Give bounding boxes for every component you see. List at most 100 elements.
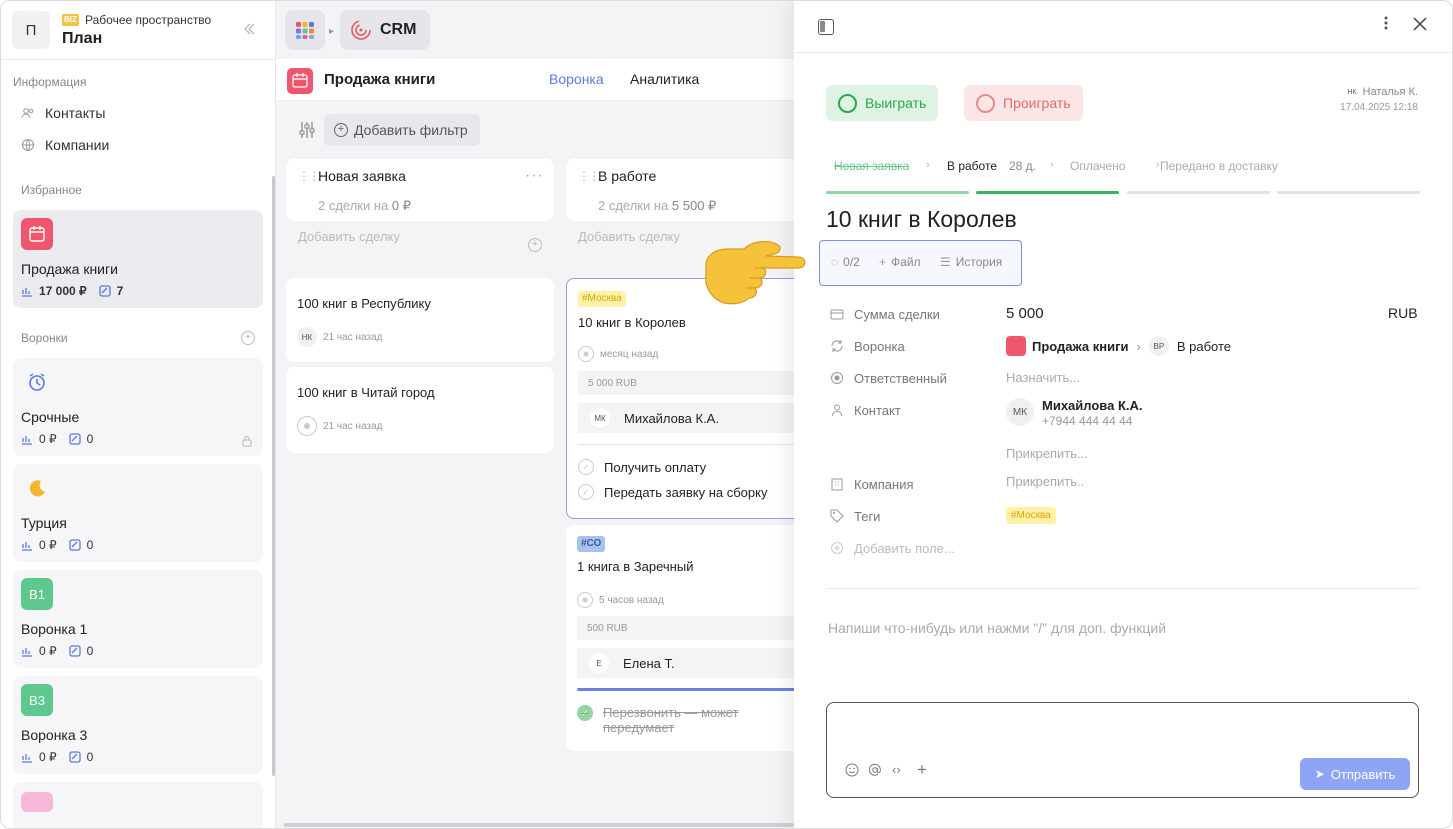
deal-amount: 5 000 RUB <box>578 371 807 395</box>
emoji-icon[interactable] <box>845 763 859 780</box>
plus-icon[interactable]: + <box>917 760 927 780</box>
plus-icon: + <box>879 255 887 269</box>
deal-time: 21 час назад <box>323 420 383 432</box>
task-item[interactable]: ✓ Передать заявку на сборку <box>578 484 767 500</box>
chevron-right-icon: › <box>1136 338 1141 354</box>
close-icon[interactable] <box>1413 15 1427 35</box>
pipeline-card-funnel-1[interactable]: В1 Воронка 1 0 ₽ 0 <box>13 570 263 668</box>
task-check-icon[interactable]: ✓ <box>578 484 594 500</box>
deal-assignee[interactable]: МК Михайлова К.А. <box>578 403 807 433</box>
task-item-done[interactable]: ✓ Перезвонить — может передумает <box>577 705 777 735</box>
add-deal-new[interactable]: Добавить сделку + <box>298 229 554 265</box>
chart-icon <box>21 751 33 763</box>
funnel-value[interactable]: Продажа книги › ВР В работе <box>1006 336 1231 356</box>
column-title: Новая заявка <box>318 168 406 184</box>
deal-card[interactable]: 100 книг в Республику НК 21 час назад <box>286 278 554 362</box>
lose-button[interactable]: Проиграть <box>964 85 1083 121</box>
column-header-new[interactable]: ⋮⋮ Новая заявка ··· 2 сделки на 0 ₽ <box>286 159 554 221</box>
column-header-in-progress[interactable]: ⋮⋮ В работе 2 сделки на 5 500 ₽ <box>566 159 806 221</box>
panel-toggle-icon[interactable] <box>818 19 834 35</box>
stage-label: Новая заявка <box>834 159 910 173</box>
task-label: Передать заявку на сборку <box>604 484 768 500</box>
deal-meta: 21 час назад <box>297 416 382 436</box>
field-label: Контакт <box>854 402 901 418</box>
stage-label: Передано в доставку <box>1160 159 1278 173</box>
workspace-header[interactable]: П BIZ Рабочее пространство План <box>1 1 276 60</box>
checklist-button[interactable]: ◌ 0/2 <box>831 255 860 269</box>
sidebar-item-companies[interactable]: Компании <box>21 134 109 156</box>
task-check-icon[interactable]: ✓ <box>578 459 594 475</box>
sidebar-scrollbar[interactable] <box>272 176 275 776</box>
column-summary: 2 сделки на 0 ₽ <box>318 198 411 214</box>
attach-company-link[interactable]: Прикрепить.. <box>1006 474 1084 489</box>
deals-count-icon <box>99 285 111 297</box>
more-vertical-icon[interactable] <box>1384 15 1392 31</box>
deal-card-selected[interactable]: #Москва 10 книг в Королев месяц назад 5 … <box>566 278 807 519</box>
chart-icon <box>21 433 33 445</box>
add-filter-button[interactable]: + Добавить фильтр <box>324 114 480 146</box>
pipeline-card-urgent[interactable]: Срочные 0 ₽ 0 <box>13 358 263 456</box>
tag-chip[interactable]: #Москва <box>1006 507 1056 524</box>
favorite-pipeline-card[interactable]: Продажа книги 17 000 ₽ 7 <box>13 210 263 308</box>
horizontal-scrollbar[interactable] <box>284 823 794 827</box>
drag-handle-icon[interactable]: ⋮⋮ <box>578 169 600 183</box>
file-label: Файл <box>891 255 921 269</box>
stage-step-delivery[interactable]: Передано в доставку <box>1160 158 1420 194</box>
crm-label: CRM <box>380 21 417 38</box>
workspace-avatar[interactable]: П <box>12 11 50 49</box>
drag-handle-icon[interactable]: ⋮⋮ <box>298 169 320 183</box>
comment-hint[interactable]: Напиши что-нибудь или нажми "/" для доп.… <box>828 620 1166 636</box>
deal-time: 21 час назад <box>323 331 383 343</box>
deal-assignee[interactable]: Е Елена Т. <box>577 648 806 678</box>
pipeline-badge: В1 <box>21 578 53 610</box>
lock-icon <box>241 434 253 447</box>
alarm-clock-icon <box>21 366 53 398</box>
task-check-icon[interactable]: ✓ <box>577 705 593 721</box>
contact-phone[interactable]: +7944 444 44 44 <box>1042 414 1132 428</box>
tab-funnel[interactable]: Воронка <box>549 71 604 87</box>
progress-line <box>577 688 806 691</box>
chart-icon <box>21 645 33 657</box>
field-funnel: Воронка <box>830 336 905 356</box>
contact-name[interactable]: Михайлова К.А. <box>1042 398 1143 413</box>
apps-grid-button[interactable] <box>285 10 325 50</box>
send-button[interactable]: ➤ Отправить <box>1300 758 1410 790</box>
deal-meta: месяц назад <box>578 346 658 362</box>
add-filter-label: Добавить фильтр <box>354 122 468 138</box>
pipeline-card-partial[interactable] <box>13 782 263 828</box>
sliders-icon[interactable] <box>298 121 316 139</box>
code-icon[interactable]: ‹› <box>892 762 901 777</box>
add-field-button[interactable]: Добавить поле... <box>830 538 955 558</box>
field-owner: Ответственный <box>830 368 947 388</box>
clock-icon <box>297 416 317 436</box>
deal-card[interactable]: 100 книг в Читай город 21 час назад <box>286 367 554 453</box>
collapse-sidebar-icon[interactable] <box>241 21 257 37</box>
tab-analytics[interactable]: Аналитика <box>630 71 699 87</box>
currency-value[interactable]: RUB <box>1388 305 1418 321</box>
win-button[interactable]: Выиграть <box>826 85 939 121</box>
column-menu-icon[interactable]: ··· <box>525 167 544 185</box>
lose-label: Проиграть <box>1003 95 1071 111</box>
mention-icon[interactable] <box>868 763 882 780</box>
pipeline-card-funnel-3[interactable]: В3 Воронка 3 0 ₽ 0 <box>13 676 263 774</box>
deal-title[interactable]: 10 книг в Королев <box>826 206 1017 233</box>
pipeline-name: Воронка 3 <box>21 727 88 743</box>
stage-label: В работе <box>947 159 998 173</box>
avatar: Е <box>589 653 609 673</box>
pipeline-card-turkey[interactable]: Турция 0 ₽ 0 <box>13 464 263 562</box>
attach-contact-link[interactable]: Прикрепить... <box>1006 446 1088 461</box>
deal-title: 10 книг в Королев <box>578 315 686 330</box>
deal-card[interactable]: #СО 1 книга в Заречный 5 часов назад 500… <box>566 525 806 751</box>
add-pipeline-icon[interactable]: + <box>241 331 255 345</box>
assign-owner-link[interactable]: Назначить... <box>1006 370 1080 385</box>
sum-value[interactable]: 5 000 <box>1006 305 1044 322</box>
top-bar: ▸ CRM <box>276 1 796 59</box>
history-button[interactable]: ☰ История <box>940 255 1002 269</box>
comment-composer[interactable]: ‹› + ➤ Отправить <box>826 702 1419 798</box>
attach-file-button[interactable]: + Файл <box>879 255 921 269</box>
stage-bar <box>976 191 1119 194</box>
crm-app-tab[interactable]: CRM <box>340 10 430 50</box>
task-item[interactable]: ✓ Получить оплату <box>578 459 706 475</box>
stage-bar <box>1127 191 1270 194</box>
sidebar-item-contacts[interactable]: Контакты <box>21 102 105 124</box>
